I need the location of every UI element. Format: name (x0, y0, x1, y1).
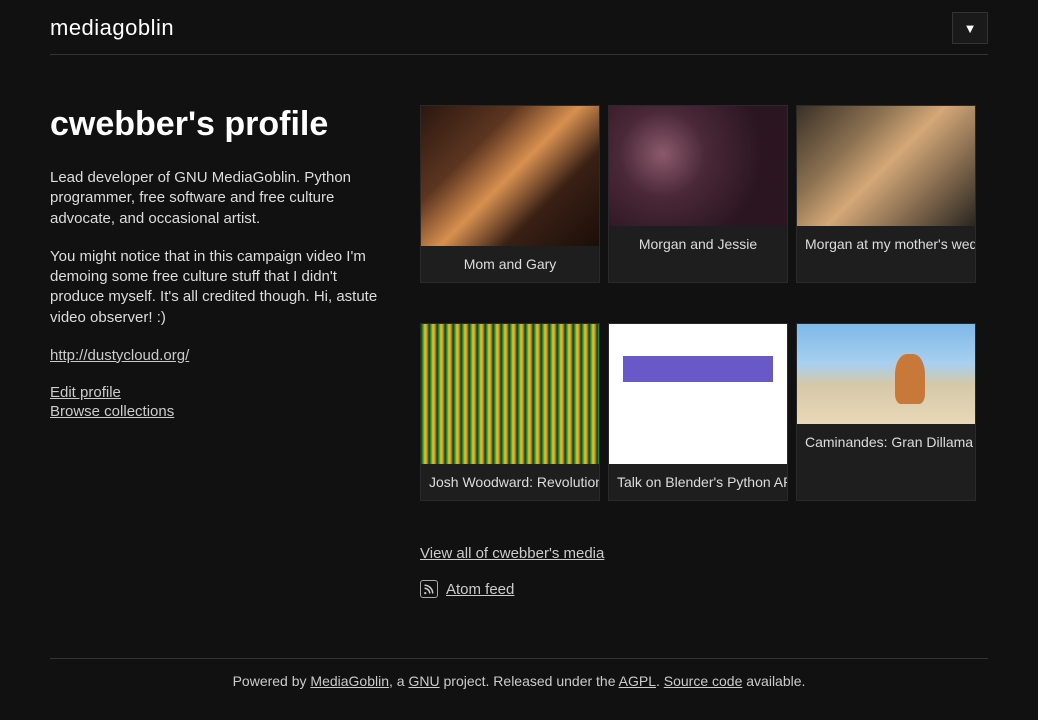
media-thumbnail (609, 324, 787, 464)
media-caption: Morgan at my mother's wedding (797, 226, 975, 262)
feed-icon (420, 580, 438, 598)
logo[interactable]: mediagoblin (50, 15, 174, 41)
media-thumbnail (797, 106, 975, 226)
media-card[interactable]: Talk on Blender's Python API (608, 323, 788, 501)
mediagoblin-link[interactable]: MediaGoblin (310, 673, 389, 689)
footer-text: Powered by (233, 673, 311, 689)
page-title: cwebber's profile (50, 105, 390, 144)
media-caption: Mom and Gary (421, 246, 599, 282)
footer-text: available. (742, 673, 805, 689)
media-thumbnail (421, 106, 599, 246)
media-card[interactable]: Josh Woodward: Revolution Now (420, 323, 600, 501)
gnu-link[interactable]: GNU (408, 673, 439, 689)
media-gallery: Mom and Gary Morgan and Jessie Morgan at m… (420, 105, 988, 598)
bio-paragraph: You might notice that in this campaign v… (50, 247, 390, 328)
view-all-media-link[interactable]: View all of cwebber's media (420, 545, 604, 562)
media-caption: Talk on Blender's Python API (609, 464, 787, 500)
media-caption: Caminandes: Gran Dillama (797, 424, 975, 460)
media-card[interactable]: Morgan and Jessie (608, 105, 788, 283)
source-code-link[interactable]: Source code (664, 673, 743, 689)
media-thumbnail (609, 106, 787, 226)
profile-sidebar: cwebber's profile Lead developer of GNU … (50, 105, 390, 598)
agpl-link[interactable]: AGPL (619, 673, 656, 689)
footer-text: project. Released under the (440, 673, 619, 689)
media-thumbnail (797, 324, 975, 424)
bio-paragraph: Lead developer of GNU MediaGoblin. Pytho… (50, 168, 390, 229)
homepage-link[interactable]: http://dustycloud.org/ (50, 347, 189, 364)
header: mediagoblin ▼ (50, 0, 988, 55)
media-thumbnail (421, 324, 599, 464)
edit-profile-link[interactable]: Edit profile (50, 384, 390, 401)
footer-text: , a (389, 673, 408, 689)
browse-collections-link[interactable]: Browse collections (50, 403, 390, 420)
media-caption: Morgan and Jessie (609, 226, 787, 262)
footer-text: . (656, 673, 664, 689)
media-card[interactable]: Caminandes: Gran Dillama (796, 323, 976, 501)
atom-feed-link[interactable]: Atom feed (446, 581, 514, 598)
user-menu-dropdown[interactable]: ▼ (952, 12, 988, 44)
media-card[interactable]: Mom and Gary (420, 105, 600, 283)
media-caption: Josh Woodward: Revolution Now (421, 464, 599, 500)
media-card[interactable]: Morgan at my mother's wedding (796, 105, 976, 283)
footer: Powered by MediaGoblin, a GNU project. R… (50, 658, 988, 703)
